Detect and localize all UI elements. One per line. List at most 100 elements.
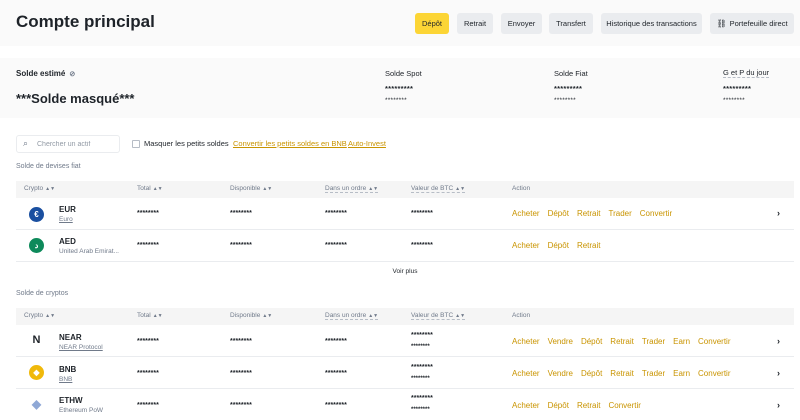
buy-action[interactable]: Acheter — [512, 209, 540, 218]
deposit-action[interactable]: Dépôt — [581, 337, 602, 346]
sort-icon: ▲▼ — [368, 313, 379, 319]
convert-action[interactable]: Convertir — [698, 337, 730, 346]
table-row: ◆ ETHW Ethereum PoW ******** ******** **… — [16, 389, 794, 420]
coin-name[interactable]: Ethereum PoW — [59, 407, 129, 414]
row-actions: Acheter Vendre Dépôt Retrait Trader Earn Conve… — [512, 369, 738, 378]
see-more-button[interactable]: Voir plus — [16, 263, 794, 281]
total-value: ******** — [137, 338, 159, 345]
available-value: ******** — [230, 402, 252, 409]
near-coin-icon: N — [29, 333, 44, 348]
coin-name[interactable]: Euro — [59, 216, 129, 223]
sort-icon: ▲▼ — [45, 313, 56, 319]
earn-action[interactable]: Earn — [673, 369, 690, 378]
col-btc-value[interactable]: Valeur de BTC ▲▼ — [411, 312, 466, 320]
total-value: ******** — [137, 402, 159, 409]
table-row: ◆ BNB BNB ******** ******** ******** ***… — [16, 357, 794, 389]
btc-value: ******** — [411, 242, 433, 249]
chevron-right-icon[interactable]: › — [777, 368, 780, 378]
aed-coin-icon: د — [29, 238, 44, 253]
col-available[interactable]: Disponible ▲▼ — [230, 312, 272, 319]
ethw-coin-icon: ◆ — [29, 397, 44, 412]
trade-action[interactable]: Trader — [642, 369, 665, 378]
withdraw-action[interactable]: Retrait — [610, 369, 634, 378]
sort-icon: ▲▼ — [368, 186, 379, 192]
withdraw-action[interactable]: Retrait — [577, 209, 601, 218]
col-crypto[interactable]: Crypto ▲▼ — [24, 312, 55, 319]
buy-action[interactable]: Acheter — [512, 369, 540, 378]
sell-action[interactable]: Vendre — [548, 369, 573, 378]
sell-action[interactable]: Vendre — [548, 337, 573, 346]
table-row: د AED United Arab Emirat... ******** ***… — [16, 230, 794, 262]
col-btc-value[interactable]: Valeur de BTC ▲▼ — [411, 185, 466, 193]
col-available[interactable]: Disponible ▲▼ — [230, 185, 272, 192]
coin-name[interactable]: United Arab Emirat... — [59, 248, 129, 255]
row-actions: Acheter Dépôt Retrait Trader Convertir — [512, 209, 680, 218]
eur-coin-icon: € — [29, 207, 44, 222]
earn-action[interactable]: Earn — [673, 337, 690, 346]
available-value: ******** — [230, 338, 252, 345]
convert-small-balances-link[interactable]: Convertir les petits soldes en BNB — [233, 139, 347, 148]
sort-icon: ▲▼ — [45, 186, 56, 192]
send-button[interactable]: Envoyer — [501, 13, 542, 34]
daily-pnl-label[interactable]: G et P du jour — [723, 68, 770, 78]
convert-action[interactable]: Convertir — [640, 209, 672, 218]
col-btc-value-label: Valeur de BTC — [411, 185, 454, 192]
deposit-button[interactable]: Dépôt — [415, 13, 449, 34]
col-in-order[interactable]: Dans un ordre ▲▼ — [325, 185, 379, 193]
col-btc-value-label: Valeur de BTC — [411, 312, 454, 319]
page-header: Compte principal Dépôt Retrait Envoyer T… — [0, 0, 800, 46]
withdraw-action[interactable]: Retrait — [577, 401, 601, 410]
trade-action[interactable]: Trader — [642, 337, 665, 346]
col-crypto[interactable]: Crypto ▲▼ — [24, 185, 55, 192]
link-icon: ⛓ — [716, 19, 727, 28]
deposit-action[interactable]: Dépôt — [548, 209, 569, 218]
coin-name[interactable]: BNB — [59, 376, 129, 383]
buy-action[interactable]: Acheter — [512, 337, 540, 346]
withdraw-button[interactable]: Retrait — [457, 13, 493, 34]
sort-icon: ▲▼ — [152, 313, 163, 319]
col-available-label: Disponible — [230, 185, 261, 192]
direct-wallet-button[interactable]: ⛓ Portefeuille direct — [710, 13, 794, 34]
buy-action[interactable]: Acheter — [512, 401, 540, 410]
col-total[interactable]: Total ▲▼ — [137, 185, 163, 192]
chevron-right-icon[interactable]: › — [777, 336, 780, 346]
withdraw-action[interactable]: Retrait — [610, 337, 634, 346]
convert-action[interactable]: Convertir — [609, 401, 641, 410]
sort-icon: ▲▼ — [262, 186, 273, 192]
total-value: ******** — [137, 370, 159, 377]
withdraw-action[interactable]: Retrait — [577, 241, 601, 250]
btc-value: ******** — [411, 364, 433, 371]
coin-name[interactable]: NEAR Protocol — [59, 344, 129, 351]
convert-action[interactable]: Convertir — [698, 369, 730, 378]
deposit-action[interactable]: Dépôt — [548, 401, 569, 410]
row-actions: Acheter Dépôt Retrait Convertir — [512, 401, 649, 410]
eye-hidden-icon[interactable]: ⊘ — [69, 70, 75, 78]
available-value: ******** — [230, 242, 252, 249]
sort-icon: ▲▼ — [455, 313, 466, 319]
hide-small-balances-label[interactable]: Masquer les petits soldes — [144, 139, 229, 148]
sort-icon: ▲▼ — [455, 186, 466, 192]
deposit-action[interactable]: Dépôt — [548, 241, 569, 250]
buy-action[interactable]: Acheter — [512, 241, 540, 250]
asset-search[interactable]: ⌕ — [16, 135, 120, 153]
row-actions: Acheter Dépôt Retrait — [512, 241, 609, 250]
transfer-button[interactable]: Transfert — [549, 13, 593, 34]
chevron-right-icon[interactable]: › — [777, 208, 780, 218]
asset-search-input[interactable] — [37, 138, 117, 150]
crypto-section-title: Solde de cryptos — [16, 290, 69, 297]
chevron-right-icon[interactable]: › — [777, 400, 780, 410]
btc-value: ******** — [411, 210, 433, 217]
search-icon: ⌕ — [23, 138, 29, 148]
coin-symbol: ETHW — [59, 396, 83, 405]
daily-pnl-value: ********* — [723, 84, 752, 93]
deposit-action[interactable]: Dépôt — [581, 369, 602, 378]
coin-symbol: AED — [59, 237, 76, 246]
hide-small-balances-checkbox[interactable] — [132, 140, 140, 148]
col-in-order[interactable]: Dans un ordre ▲▼ — [325, 312, 379, 320]
transaction-history-button[interactable]: Historique des transactions — [601, 13, 702, 34]
crypto-table-header: Crypto ▲▼ Total ▲▼ Disponible ▲▼ Dans un or… — [16, 308, 794, 325]
direct-wallet-label: Portefeuille direct — [729, 19, 788, 28]
col-total[interactable]: Total ▲▼ — [137, 312, 163, 319]
auto-invest-link[interactable]: Auto-Invest — [348, 139, 386, 148]
trade-action[interactable]: Trader — [609, 209, 632, 218]
